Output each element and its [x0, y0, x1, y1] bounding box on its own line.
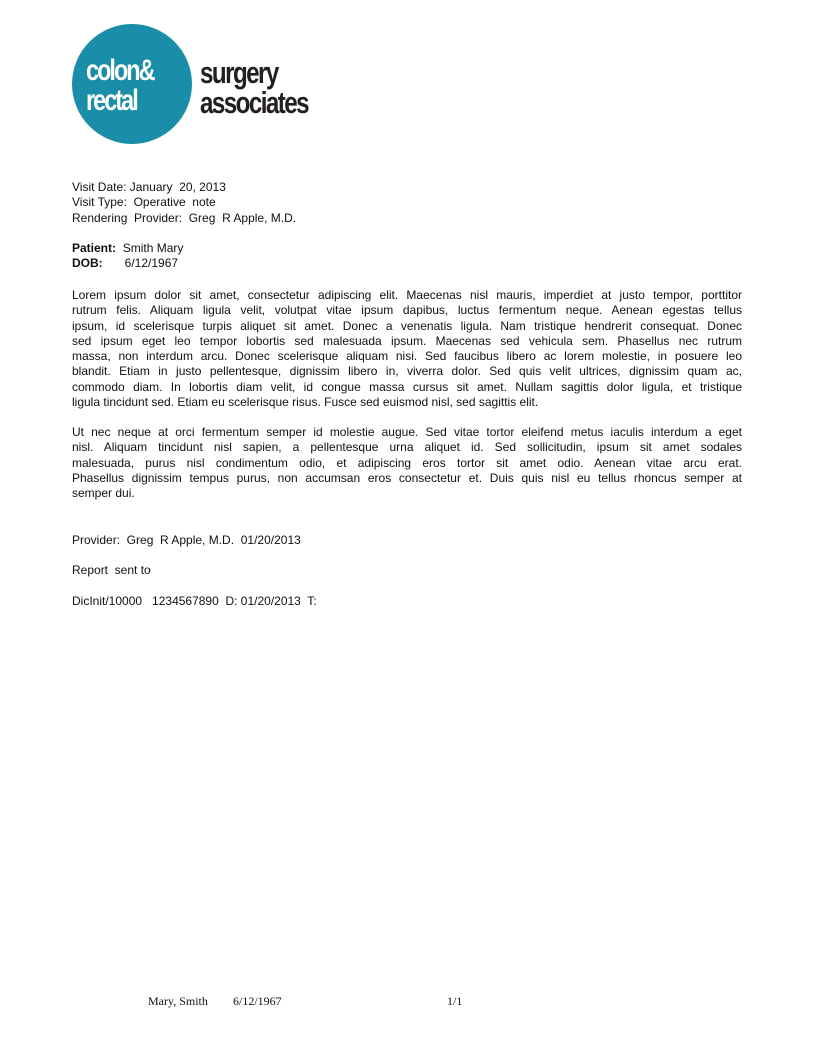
dob-value: 6/12/1967: [124, 256, 179, 271]
logo-text-associates: associates: [200, 85, 310, 120]
report-sent-to: Report sent to: [72, 563, 151, 577]
paragraph-line: Phasellus dignissim tempus purus, non ac…: [72, 470, 742, 485]
footer-patient-name: Mary, Smith: [148, 994, 208, 1008]
visit-date: Visit Date: January 20, 2013: [72, 180, 226, 194]
paragraph-line: ipsum, id scelerisque turpis aliquet sit…: [72, 318, 742, 333]
dictation-block: DicInit/10000 1234567890 D: 01/20/2013 T…: [72, 594, 317, 609]
paragraph-line: Ut nec neque at orci fermentum semper id…: [72, 425, 742, 439]
paragraph-line: semper dui.: [72, 486, 135, 501]
dob-label: DOB:: [72, 256, 103, 271]
paragraph-line: nisl. Aliquam tincidunt nisl sapien, a p…: [72, 440, 742, 455]
logo-text-surgery: surgery: [200, 55, 279, 90]
paragraph-line: malesuada, purus nisl condimentum odio, …: [72, 455, 742, 470]
note-paragraph-1: Lorem ipsum dolor sit amet, consectetur …: [72, 288, 742, 410]
report-block: Report sent to: [72, 563, 151, 578]
footer-page-number: 1/1: [447, 994, 463, 1008]
logo-circle: colon& rectal: [72, 24, 192, 144]
logo-side-text: surgery associates: [200, 55, 310, 120]
rendering-provider: Rendering Provider: Greg R Apple, M.D.: [72, 210, 297, 225]
paragraph-line: blandit. Etiam in justo pellentesque, di…: [72, 364, 742, 379]
paragraph-line: massa, non interdum arcu. Donec sceleris…: [72, 349, 742, 364]
logo-circle-text: colon& rectal: [86, 54, 156, 117]
footer-dob: 6/12/1967: [233, 994, 282, 1008]
logo-text-rectal: rectal: [86, 84, 139, 117]
dictation-info: DicInit/10000 1234567890 D: 01/20/2013 T…: [72, 594, 317, 608]
patient-label: Patient:: [72, 241, 117, 255]
visit-type: Visit Type: Operative note: [72, 195, 216, 210]
paragraph-line: sed ipsum eget leo tempor lobortis sed m…: [72, 333, 742, 348]
paragraph-line: ligula tincidunt sed. Etiam eu scelerisq…: [72, 395, 539, 410]
logo: colon& rectal surgery associates: [72, 24, 322, 146]
visit-info: Visit Date: January 20, 2013 Visit Type:…: [72, 180, 296, 226]
paragraph-line: commodo diam. In lobortis diam velit, id…: [72, 379, 742, 394]
provider-signature: Provider: Greg R Apple, M.D. 01/20/2013: [72, 533, 301, 548]
patient-row: Patient: Smith Mary: [72, 241, 183, 256]
patient-info: Patient: Smith Mary DOB: 6/12/1967: [72, 241, 183, 272]
paragraph-line: rutrum felis. Aliquam ligula velit, volu…: [72, 303, 742, 318]
paragraph-line: Lorem ipsum dolor sit amet, consectetur …: [72, 288, 742, 302]
dob-row: DOB: 6/12/1967: [72, 256, 183, 271]
patient-name: Smith Mary: [122, 241, 184, 255]
logo-text-colon: colon&: [86, 54, 156, 87]
note-paragraph-2: Ut nec neque at orci fermentum semper id…: [72, 425, 742, 501]
signature-provider: Provider: Greg R Apple, M.D. 01/20/2013: [72, 533, 301, 547]
